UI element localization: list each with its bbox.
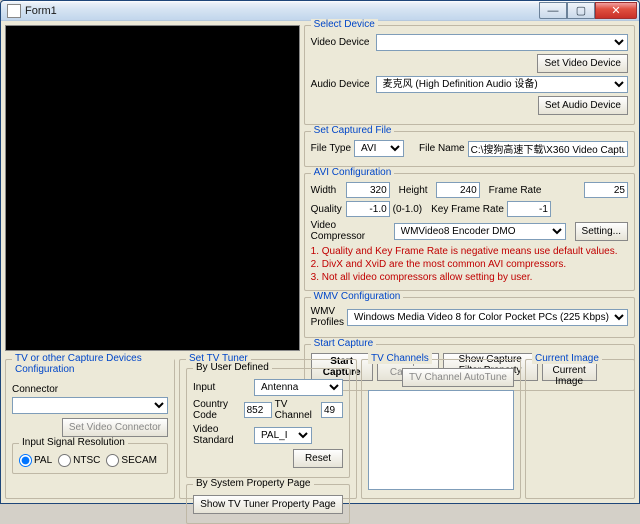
tuner-input-select[interactable]: Antenna (254, 379, 343, 396)
avi-note-2: 2. DivX and XviD are the most common AVI… (311, 258, 628, 271)
input-signal-group: Input Signal Resolution PAL NTSC SECAM (12, 443, 168, 474)
height-input[interactable] (436, 182, 480, 198)
show-tv-tuner-property-button[interactable]: Show TV Tuner Property Page (193, 495, 342, 514)
titlebar[interactable]: Form1 — ▢ ✕ (1, 1, 639, 21)
tv-channel-label: TV Channel (275, 399, 318, 421)
file-name-label: File Name (419, 143, 465, 154)
captured-file-legend: Set Captured File (311, 125, 395, 136)
country-code-label: Country Code (193, 399, 241, 421)
tv-channels-group: TV Channels TV Channel AutoTune (361, 359, 521, 499)
secam-radio[interactable]: SECAM (106, 454, 157, 467)
frame-rate-input[interactable] (584, 182, 628, 198)
input-label: Input (193, 382, 251, 393)
compressor-setting-button[interactable]: Setting... (575, 222, 628, 241)
quality-label: Quality (311, 204, 343, 215)
connector-label: Connector (12, 384, 168, 395)
connector-select[interactable] (12, 397, 168, 414)
reset-button[interactable]: Reset (293, 449, 343, 468)
avi-note-1: 1. Quality and Key Frame Rate is negativ… (311, 245, 628, 258)
close-button[interactable]: ✕ (595, 2, 637, 19)
wmv-config-group: WMV Configuration WMV Profiles Windows M… (304, 297, 635, 338)
current-image-group: Current Image (525, 359, 635, 499)
compressor-label: Video Compressor (311, 220, 391, 242)
quality-range: (0-1.0) (393, 204, 422, 215)
tv-channels-legend: TV Channels (368, 353, 432, 364)
video-standard-select[interactable]: PAL_I (254, 427, 312, 444)
tv-channel-autotune-button[interactable]: TV Channel AutoTune (402, 368, 514, 387)
wmv-profiles-select[interactable]: Windows Media Video 8 for Color Pocket P… (347, 309, 628, 326)
avi-config-legend: AVI Configuration (311, 167, 395, 178)
captured-file-group: Set Captured File File Type AVI File Nam… (304, 131, 635, 167)
app-icon (7, 4, 21, 18)
system-property-legend: By System Property Page (193, 478, 314, 489)
pal-radio[interactable]: PAL (19, 454, 52, 467)
avi-note-3: 3. Not all video compressors allow setti… (311, 271, 628, 284)
file-name-input[interactable] (468, 141, 628, 157)
video-preview (5, 25, 300, 351)
wmv-profiles-label: WMV Profiles (311, 306, 344, 328)
tv-channels-list[interactable] (368, 390, 514, 490)
tv-tuner-group: Set TV Tuner By User Defined Input Anten… (179, 359, 357, 499)
input-signal-legend: Input Signal Resolution (19, 437, 128, 448)
height-label: Height (399, 185, 433, 196)
tv-channel-input[interactable] (321, 402, 343, 418)
set-audio-device-button[interactable]: Set Audio Device (538, 96, 628, 115)
user-defined-group: By User Defined Input Antenna Country Co… (186, 368, 350, 478)
frame-rate-label: Frame Rate (489, 185, 542, 196)
app-window: Form1 — ▢ ✕ Select Device Video Device S… (0, 0, 640, 504)
audio-device-select[interactable]: 麦克风 (High Definition Audio 设备) (376, 76, 628, 93)
tv-capture-config-legend: TV or other Capture Devices Configuratio… (12, 353, 174, 375)
window-title: Form1 (25, 5, 539, 17)
country-code-input[interactable] (244, 402, 272, 418)
audio-device-label: Audio Device (311, 79, 373, 90)
tv-capture-config-group: TV or other Capture Devices Configuratio… (5, 359, 175, 499)
compressor-select[interactable]: WMVideo8 Encoder DMO (394, 223, 566, 240)
system-property-group: By System Property Page Show TV Tuner Pr… (186, 484, 350, 524)
quality-input[interactable] (346, 201, 390, 217)
user-defined-legend: By User Defined (193, 362, 272, 373)
file-type-select[interactable]: AVI (354, 140, 404, 157)
client-area: Select Device Video Device Set Video Dev… (1, 21, 639, 503)
width-label: Width (311, 185, 343, 196)
width-input[interactable] (346, 182, 390, 198)
select-device-legend: Select Device (311, 19, 378, 30)
ntsc-radio[interactable]: NTSC (58, 454, 100, 467)
key-frame-label: Key Frame Rate (431, 204, 504, 215)
minimize-button[interactable]: — (539, 2, 567, 19)
video-device-label: Video Device (311, 37, 373, 48)
current-image-legend: Current Image (532, 353, 602, 364)
key-frame-input[interactable] (507, 201, 551, 217)
set-video-device-button[interactable]: Set Video Device (537, 54, 628, 73)
select-device-group: Select Device Video Device Set Video Dev… (304, 25, 635, 125)
maximize-button[interactable]: ▢ (567, 2, 595, 19)
video-device-select[interactable] (376, 34, 628, 51)
avi-config-group: AVI Configuration Width Height Frame Rat… (304, 173, 635, 291)
start-capture-legend: Start Capture (311, 338, 376, 349)
file-type-label: File Type (311, 143, 351, 154)
set-video-connector-button[interactable]: Set Video Connector (62, 418, 168, 437)
video-standard-label: Video Standard (193, 424, 251, 446)
wmv-config-legend: WMV Configuration (311, 291, 404, 302)
